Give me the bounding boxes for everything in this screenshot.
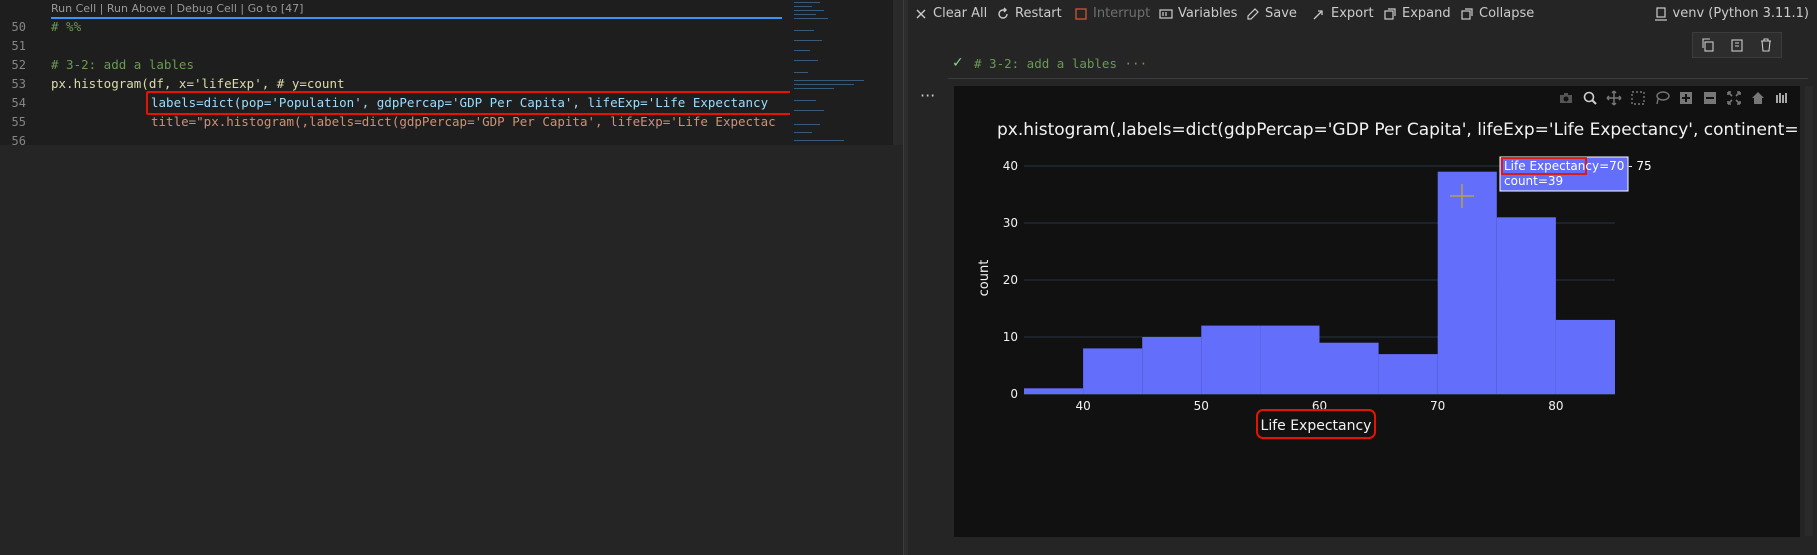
- y-tick-labels: 0 10 20 30 40: [1003, 159, 1018, 401]
- save-label: Save: [1265, 6, 1297, 21]
- trash-icon[interactable]: [1759, 38, 1773, 52]
- expand-icon: [1384, 7, 1396, 20]
- variables-button[interactable]: Variables: [1159, 6, 1237, 21]
- histogram-bar[interactable]: [1437, 171, 1497, 394]
- copy-icon[interactable]: [1701, 38, 1715, 52]
- hover-tooltip: Life Expectancy=70 - 75 count=39: [1499, 156, 1652, 192]
- line-number: 54: [11, 96, 26, 110]
- interactive-window: Clear All Restart Interrupt Variables Sa…: [908, 0, 1817, 555]
- svg-text:Life Expectancy=70 - 75: Life Expectancy=70 - 75: [1504, 159, 1652, 173]
- y-tick-label: 40: [1003, 159, 1018, 173]
- code-line[interactable]: # 3-2: add a lables: [51, 57, 194, 72]
- variables-icon: [1159, 8, 1173, 19]
- chart-bars: [1024, 171, 1615, 394]
- code-line[interactable]: title="px.histogram(,labels=dict(gdpPerc…: [151, 114, 789, 129]
- expand-button[interactable]: Expand: [1383, 6, 1451, 21]
- restart-icon: [998, 7, 1008, 19]
- collapse-button[interactable]: Collapse: [1460, 6, 1534, 21]
- collapse-label: Collapse: [1479, 6, 1535, 21]
- histogram-bar[interactable]: [1319, 342, 1379, 394]
- y-tick-label: 0: [1010, 387, 1018, 401]
- line-number: 55: [11, 115, 26, 129]
- x-tick-label: 80: [1548, 399, 1563, 413]
- x-tick-label: 40: [1075, 399, 1090, 413]
- close-icon: [916, 9, 926, 18]
- variables-label: Variables: [1178, 6, 1238, 21]
- highlight-box: [146, 91, 800, 115]
- save-icon: [1247, 7, 1259, 20]
- kernel-picker[interactable]: venv (Python 3.11.1): [1654, 6, 1809, 21]
- collapse-icon: [1461, 7, 1473, 20]
- interrupt-button[interactable]: Interrupt: [1074, 6, 1150, 21]
- histogram-bar[interactable]: [1024, 388, 1084, 394]
- histogram-bar[interactable]: [1142, 337, 1202, 394]
- output-scrollbar[interactable]: [1805, 86, 1813, 536]
- line-number: 50: [11, 20, 26, 34]
- server-icon: [1654, 6, 1667, 21]
- line-number: 56: [11, 134, 26, 145]
- y-tick-label: 10: [1003, 330, 1018, 344]
- histogram-bar[interactable]: [1260, 325, 1320, 394]
- goto-code-icon[interactable]: [1730, 38, 1744, 52]
- clear-all-label: Clear All: [933, 6, 988, 21]
- y-axis-label: count: [977, 260, 992, 297]
- x-tick-label: 50: [1194, 399, 1209, 413]
- export-button[interactable]: Export: [1312, 6, 1374, 21]
- histogram-bar[interactable]: [1378, 354, 1438, 394]
- line-number: 51: [11, 39, 26, 53]
- export-label: Export: [1331, 6, 1374, 21]
- line-number: 53: [11, 77, 26, 91]
- cell-summary[interactable]: # 3-2: add a lables ···: [974, 56, 1147, 71]
- editor-pane: Run Cell | Run Above | Debug Cell | Go t…: [0, 0, 903, 555]
- editor-scrollbar[interactable]: [893, 0, 903, 145]
- export-icon: [1313, 9, 1323, 19]
- clear-all-button[interactable]: Clear All: [914, 6, 987, 21]
- code-line[interactable]: # %%: [51, 19, 81, 34]
- code-editor[interactable]: Run Cell | Run Above | Debug Cell | Go t…: [0, 0, 903, 145]
- cell-separator: [948, 78, 1808, 79]
- minimap[interactable]: [790, 0, 890, 145]
- histogram-bar[interactable]: [1201, 325, 1261, 394]
- save-button[interactable]: Save: [1246, 6, 1297, 21]
- histogram-bar[interactable]: [1555, 319, 1615, 394]
- x-tick-label: 70: [1430, 399, 1445, 413]
- code-line[interactable]: px.histogram(df, x='lifeExp', # y=count: [51, 76, 345, 91]
- output-more-icon[interactable]: ···: [920, 86, 935, 105]
- toolbar: Clear All Restart Interrupt Variables Sa…: [908, 0, 1817, 30]
- tooltip-label: Life Expectancy: [1504, 159, 1599, 173]
- histogram-bar[interactable]: [1083, 348, 1143, 394]
- line-number: 52: [11, 58, 26, 72]
- cell-codelens[interactable]: Run Cell | Run Above | Debug Cell | Go t…: [51, 2, 303, 15]
- restart-label: Restart: [1015, 6, 1062, 21]
- cell-toolbar: [1692, 32, 1782, 58]
- expand-label: Expand: [1402, 6, 1451, 21]
- restart-button[interactable]: Restart: [996, 6, 1062, 21]
- tooltip-count: count=39: [1504, 174, 1563, 188]
- x-axis-label: Life Expectancy: [1261, 418, 1372, 434]
- cell-divider-line: [51, 17, 782, 19]
- tooltip-range: =70 - 75: [1599, 159, 1652, 173]
- kernel-label: venv (Python 3.11.1): [1672, 6, 1809, 21]
- success-check-icon: ✓: [952, 55, 964, 71]
- y-tick-label: 20: [1003, 273, 1018, 287]
- histogram-bar[interactable]: [1496, 217, 1556, 394]
- histogram-chart[interactable]: 40 50 60 70 80 010203040 count Life Expectan…: [954, 86, 1800, 537]
- interrupt-label: Interrupt: [1093, 6, 1151, 21]
- y-tick-label: 30: [1003, 216, 1018, 230]
- plot-output: px.histogram(,labels=dict(gdpPercap='GDP…: [954, 86, 1800, 537]
- stop-icon: [1075, 7, 1087, 20]
